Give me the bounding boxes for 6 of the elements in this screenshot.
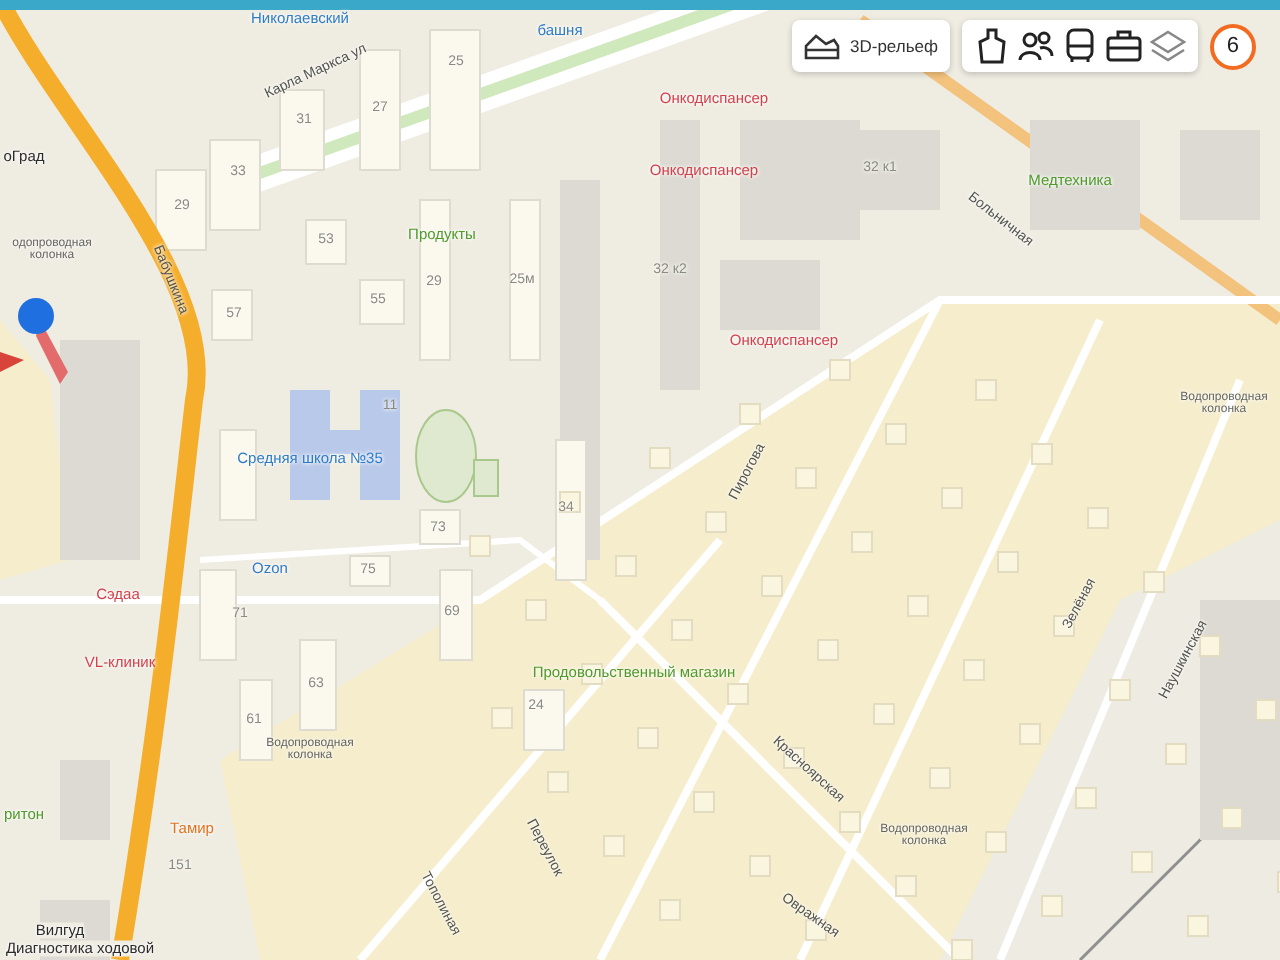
briefcase-icon <box>1105 30 1142 62</box>
bus-icon <box>1063 28 1096 64</box>
people-icon <box>1017 30 1054 62</box>
mountain-icon <box>804 32 840 60</box>
layers-icon <box>1149 30 1186 62</box>
3d-relief-button[interactable]: 3D-рельеф <box>792 20 950 72</box>
